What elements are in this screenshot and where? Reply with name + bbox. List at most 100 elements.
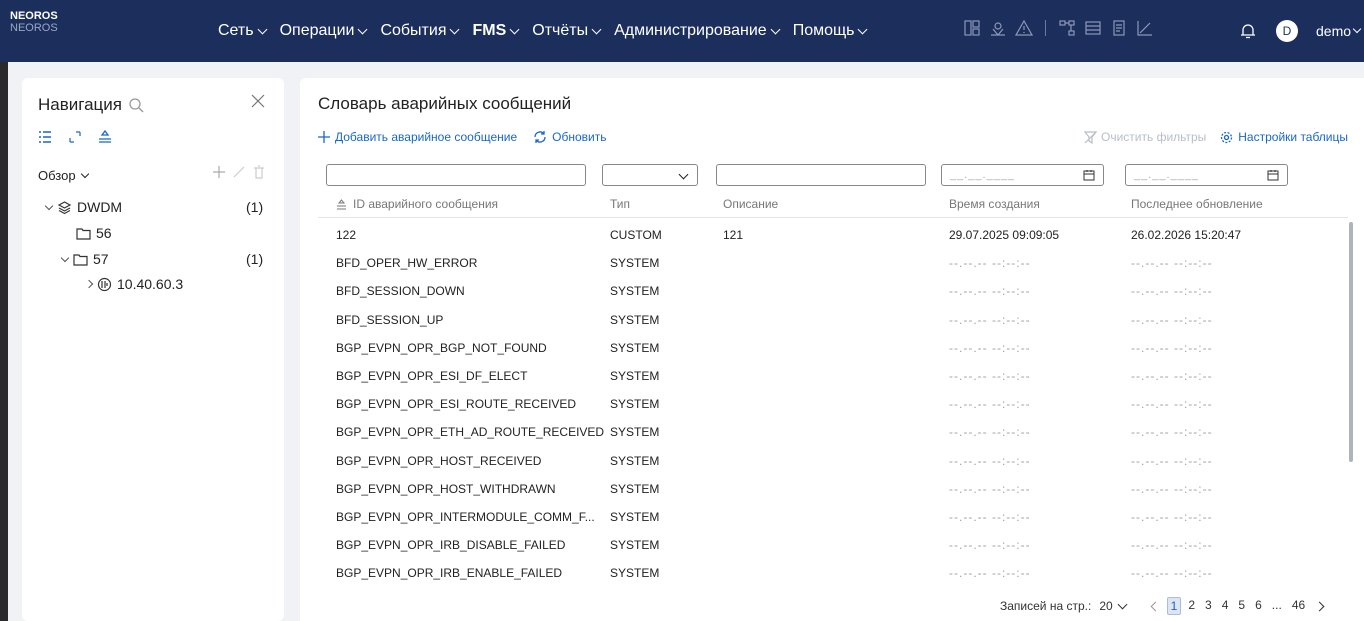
table-cell-updated: --.--.-- --:--:-- <box>1131 312 1213 327</box>
menu-item[interactable]: Администрирование <box>614 22 781 40</box>
table-cell-updated: --.--.-- --:--:-- <box>1131 453 1213 468</box>
table-cell-id: BGP_EVPN_OPR_IRB_ENABLE_FAILED <box>336 566 563 581</box>
per-page-select[interactable]: 20 <box>1099 599 1128 613</box>
search-icon[interactable] <box>128 97 144 113</box>
menu-item[interactable]: Сеть <box>218 22 268 40</box>
header-divider <box>318 217 1348 218</box>
menu-item[interactable]: FMS <box>472 22 520 40</box>
bell-icon[interactable] <box>1239 22 1257 40</box>
map-pin-icon[interactable] <box>989 19 1007 37</box>
user-menu[interactable]: demo <box>1316 23 1362 39</box>
calendar-icon[interactable] <box>1083 169 1095 181</box>
table-cell-created: --.--.-- --:--:-- <box>949 566 1031 581</box>
table-cell-created: --.--.-- --:--:-- <box>949 425 1031 440</box>
vertical-scrollbar[interactable] <box>1349 222 1353 462</box>
column-header-type[interactable]: Тип <box>610 197 630 211</box>
table-cell-id: BGP_EVPN_OPR_INTERMODULE_COMM_F... <box>336 510 595 524</box>
list-view-icon[interactable] <box>38 130 52 144</box>
table-cell-updated: --.--.-- --:--:-- <box>1131 369 1213 383</box>
page-number[interactable]: 5 <box>1235 597 1248 615</box>
page-number[interactable]: 2 <box>1185 597 1198 615</box>
refresh-button[interactable]: Обновить <box>533 130 606 144</box>
page-number: ... <box>1271 598 1282 612</box>
chevron-down-icon <box>60 253 70 262</box>
date-placeholder: __.__.____ <box>1134 169 1200 181</box>
table-cell-updated: --.--.-- --:--:-- <box>1131 256 1213 271</box>
brand-sub: NEOROS <box>10 22 58 35</box>
layers-icon <box>57 200 72 214</box>
top-bar: NEOROS NEOROS Сеть Операции События FMS Отчё… <box>0 0 1364 62</box>
nav-title-text: Навигация <box>38 95 122 114</box>
calendar-icon[interactable] <box>1267 169 1279 181</box>
prev-page-icon[interactable] <box>1150 601 1161 611</box>
chevron-down-icon <box>357 24 368 34</box>
tree-node-device[interactable]: 10.40.60.3 <box>84 276 184 292</box>
column-header-id[interactable]: ID аварийного сообщения <box>336 197 498 211</box>
next-page-icon[interactable] <box>1314 601 1325 611</box>
menu-item[interactable]: Операции <box>280 22 368 40</box>
chart-icon[interactable] <box>1136 19 1154 37</box>
column-header-created[interactable]: Время создания <box>949 197 1040 211</box>
table-cell-id: BGP_EVPN_OPR_ESI_DF_ELECT <box>336 369 528 383</box>
tree-node-56[interactable]: 56 <box>76 225 112 241</box>
tree-node-label: 57 <box>93 251 109 267</box>
table-cell-updated: --.--.-- --:--:-- <box>1131 397 1213 412</box>
chevron-down-icon <box>1117 599 1128 609</box>
avatar[interactable]: D <box>1276 20 1298 42</box>
table-icon[interactable] <box>1084 19 1102 37</box>
table-cell-updated: --.--.-- --:--:-- <box>1131 538 1213 553</box>
chevron-down-icon <box>509 24 520 34</box>
tree-node-57[interactable]: 57 <box>60 251 109 267</box>
column-header-updated[interactable]: Последнее обновление <box>1131 197 1263 211</box>
page-number[interactable]: 4 <box>1219 597 1232 615</box>
tree-node-dwdm[interactable]: DWDM <box>44 199 122 215</box>
table-cell-id: BGP_EVPN_OPR_HOST_RECEIVED <box>336 453 542 468</box>
tree-node-label: 56 <box>96 225 112 241</box>
page-number[interactable]: 1 <box>1166 597 1182 615</box>
edit-icon[interactable] <box>232 165 246 179</box>
table-cell-created: --.--.-- --:--:-- <box>949 312 1031 327</box>
tree-node-count: (1) <box>246 251 264 267</box>
page-title: Словарь аварийных сообщений <box>318 94 572 113</box>
page-number[interactable]: 6 <box>1252 597 1265 615</box>
brand-logo[interactable]: NEOROS NEOROS <box>10 10 58 34</box>
folder-icon <box>76 227 91 240</box>
column-header-description[interactable]: Описание <box>723 197 778 211</box>
filter-off-icon <box>1084 130 1097 144</box>
table-cell-type: SYSTEM <box>610 284 660 299</box>
type-filter-select[interactable] <box>602 164 698 186</box>
table-cell-updated: --.--.-- --:--:-- <box>1131 566 1213 581</box>
table-cell-id: BGP_EVPN_OPR_BGP_NOT_FOUND <box>336 340 547 355</box>
table-cell-type: SYSTEM <box>610 397 660 412</box>
description-filter-input[interactable] <box>716 164 926 186</box>
close-icon[interactable] <box>251 94 265 108</box>
created-date-filter[interactable]: __.__.____ <box>941 164 1104 186</box>
add-alarm-button[interactable]: Добавить аварийное сообщение <box>318 130 517 144</box>
alert-icon[interactable] <box>1015 19 1033 37</box>
layout-icon[interactable] <box>963 19 981 37</box>
updated-date-filter[interactable]: __.__.____ <box>1125 164 1288 186</box>
table-cell-updated: --.--.-- --:--:-- <box>1131 510 1213 524</box>
tree-node-label: 10.40.60.3 <box>117 276 184 292</box>
menu-item[interactable]: Отчёты <box>532 22 602 40</box>
table-cell-created: --.--.-- --:--:-- <box>949 453 1031 468</box>
menu-item[interactable]: События <box>380 22 460 40</box>
table-cell-created: --.--.-- --:--:-- <box>949 510 1031 524</box>
overview-dropdown[interactable]: Обзор <box>38 168 89 183</box>
menu-item[interactable]: Помощь <box>793 22 868 40</box>
id-filter-input[interactable] <box>326 164 586 186</box>
table-cell-id: BFD_SESSION_DOWN <box>336 284 465 299</box>
table-settings-button[interactable]: Настройки таблицы <box>1220 130 1348 144</box>
trash-icon[interactable] <box>252 165 266 179</box>
add-icon[interactable] <box>212 165 226 179</box>
overview-label: Обзор <box>38 168 76 183</box>
expand-icon[interactable] <box>68 130 82 144</box>
topology-icon[interactable] <box>1058 19 1076 37</box>
page-number[interactable]: 3 <box>1202 597 1215 615</box>
document-icon[interactable] <box>1110 19 1128 37</box>
table-cell-type: SYSTEM <box>610 566 660 581</box>
page-number[interactable]: 46 <box>1289 597 1308 615</box>
sort-icon[interactable] <box>98 130 112 144</box>
clear-filters-button[interactable]: Очистить фильтры <box>1084 130 1206 144</box>
table-cell-id: 122 <box>336 228 357 242</box>
